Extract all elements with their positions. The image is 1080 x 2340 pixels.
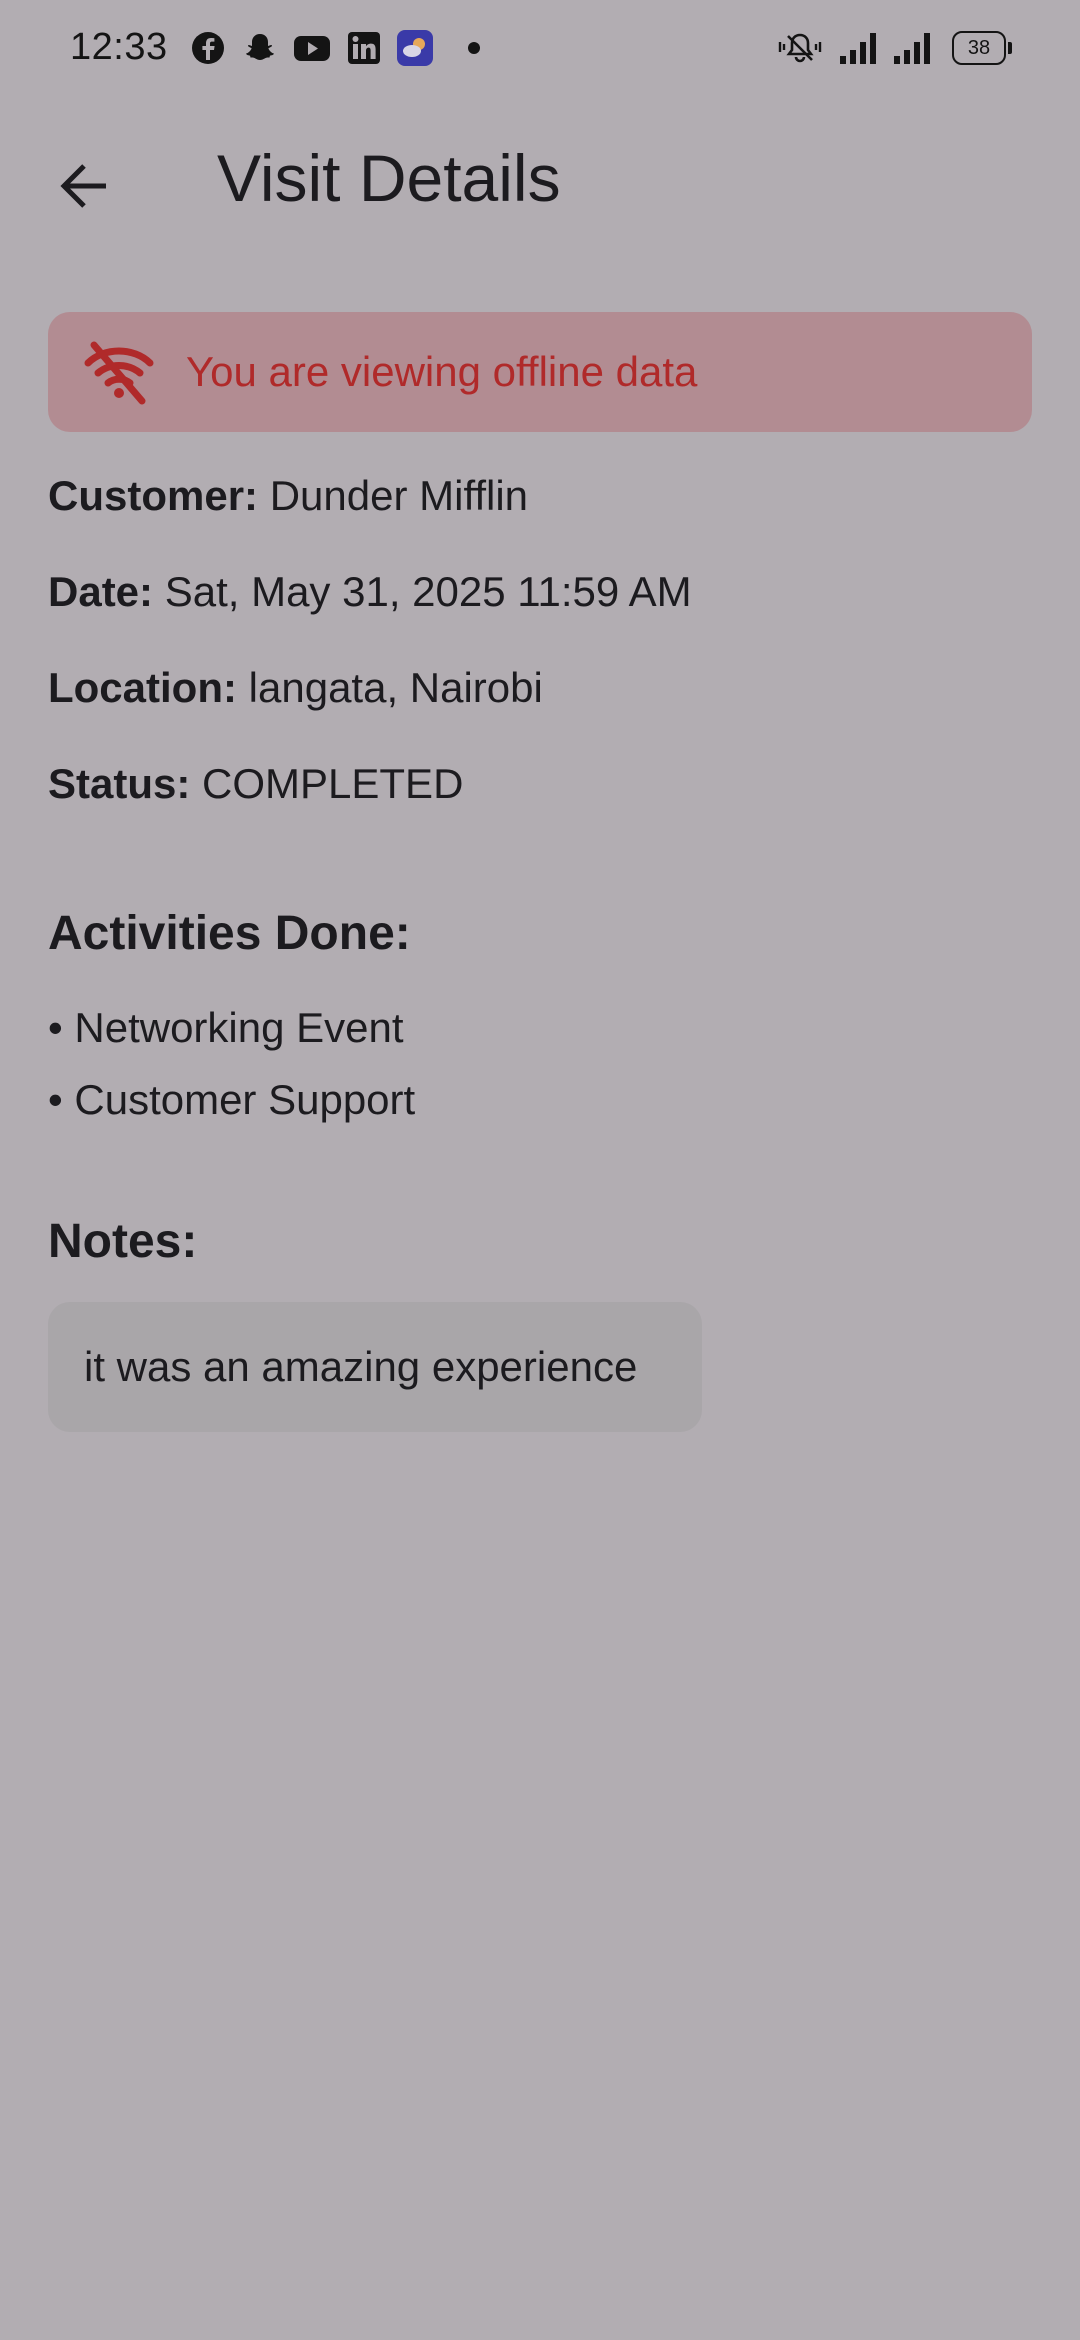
- status-time: 12:33: [70, 26, 168, 68]
- offline-banner: You are viewing offline data: [48, 312, 1032, 432]
- page-title: Visit Details: [217, 141, 561, 215]
- notes-box: it was an amazing experience: [48, 1302, 702, 1432]
- activity-item: • Customer Support: [48, 1076, 416, 1123]
- activities-heading: Activities Done:: [48, 907, 411, 960]
- offline-message: You are viewing offline data: [186, 348, 698, 395]
- back-button[interactable]: [48, 150, 120, 222]
- weather-icon: [397, 30, 433, 66]
- location-label: Location:: [48, 664, 237, 711]
- facebook-icon: [192, 32, 224, 64]
- location-value: langata, Nairobi: [248, 664, 543, 711]
- date-row: Date: Sat, May 31, 2025 11:59 AM: [48, 568, 692, 616]
- battery-level: 38: [967, 36, 991, 59]
- customer-label: Customer:: [48, 472, 259, 519]
- signal-icon: [894, 33, 930, 64]
- signal-icon: [840, 33, 876, 64]
- app-bar: Visit Details: [0, 120, 1080, 240]
- youtube-icon: [294, 36, 330, 61]
- notes-heading: Notes:: [48, 1215, 198, 1268]
- date-value: Sat, May 31, 2025 11:59 AM: [164, 568, 692, 615]
- customer-value: Dunder Mifflin: [269, 472, 529, 519]
- status-row: Status: COMPLETED: [48, 760, 463, 808]
- location-row: Location: langata, Nairobi: [48, 664, 543, 712]
- status-bar: 12:33 38: [0, 0, 1080, 96]
- activity-item: • Networking Event: [48, 1004, 404, 1051]
- customer-row: Customer: Dunder Mifflin: [48, 472, 528, 520]
- status-value: COMPLETED: [202, 760, 464, 807]
- snapchat-icon: [246, 34, 274, 60]
- linkedin-icon: [348, 32, 380, 64]
- wifi-off-icon: [84, 341, 154, 405]
- date-label: Date:: [48, 568, 154, 615]
- battery-icon: 38: [952, 31, 1012, 65]
- notes-text: it was an amazing experience: [84, 1343, 638, 1390]
- arrow-back-icon[interactable]: [56, 158, 112, 214]
- mute-bell-icon: [778, 33, 822, 63]
- status-label: Status:: [48, 760, 191, 807]
- dot-icon: [468, 42, 480, 54]
